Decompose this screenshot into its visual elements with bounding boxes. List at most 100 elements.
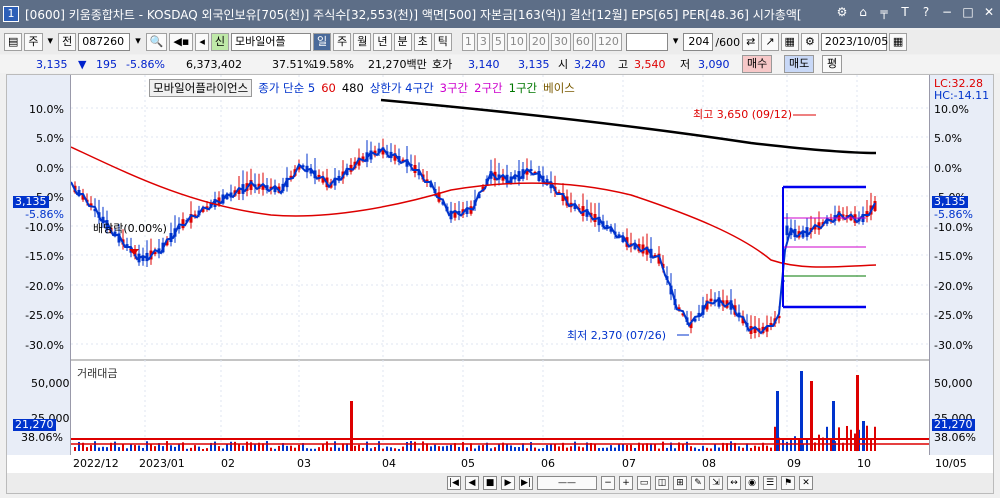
volume-bar <box>86 447 88 451</box>
tool-icon-4[interactable]: ✎ <box>691 476 705 490</box>
settings-icon[interactable]: ⚙ <box>835 5 849 19</box>
buy-button[interactable]: 매수 <box>742 55 773 73</box>
bar-count-input[interactable]: 204 <box>683 33 714 51</box>
tool-icon-6[interactable]: ↔ <box>727 476 741 490</box>
low-annotation: 최저 2,370 (07/26) <box>567 329 667 342</box>
period-select[interactable]: 전 <box>58 33 77 51</box>
tool-icon-9[interactable]: ⚑ <box>781 476 795 490</box>
volume-bar <box>270 447 272 451</box>
tool-icon-7[interactable]: ◉ <box>745 476 759 490</box>
chart-scrollbar[interactable]: |◀ ◀ ■ ▶ ▶| —— − + ▭ ◫ ⊞ ✎ ⇲ ↔ ◉ ☰ ⚑ ✕ <box>7 473 993 493</box>
interval-5[interactable]: 5 <box>491 33 505 51</box>
help-icon[interactable]: ? <box>919 5 933 19</box>
tool-icon-3[interactable]: ⊞ <box>673 476 687 490</box>
scroll-last-icon[interactable]: ▶| <box>519 476 533 490</box>
volume-bar <box>666 447 668 451</box>
type-select[interactable]: 주 <box>24 33 43 51</box>
interval-120[interactable]: 120 <box>594 33 622 51</box>
stock-code-input[interactable]: 087260 <box>78 33 131 51</box>
text-icon[interactable]: T <box>898 5 912 19</box>
pin-icon[interactable]: ╤ <box>877 5 891 19</box>
volume-bar <box>482 445 484 451</box>
y-tick-right: 5.0% <box>934 132 962 145</box>
interval-10[interactable]: 10 <box>506 33 527 51</box>
scroll-next-icon[interactable]: ▶ <box>501 476 515 490</box>
tab-second[interactable]: 초 <box>413 33 432 51</box>
tab-weekly[interactable]: 주 <box>333 33 352 51</box>
x-label: 10/05 <box>935 457 967 470</box>
volume-bar <box>582 447 584 451</box>
chart-toolbar: ▤ 주 ▾ 전 087260 ▾ 🔍 ◀▪ ◂ 신 모바일어플 일 주 월 년 … <box>0 30 1000 54</box>
tool-icon-10[interactable]: ✕ <box>799 476 813 490</box>
volume-bar <box>798 439 800 451</box>
volume-bar <box>686 441 688 451</box>
grid-icon[interactable]: ▦ <box>780 33 799 51</box>
panel-toggle-icon[interactable]: ▤ <box>4 33 23 51</box>
volume-bar <box>602 447 604 451</box>
tool-icon-1[interactable]: ▭ <box>637 476 651 490</box>
prev-stock-button[interactable]: ◂ <box>195 33 209 51</box>
interval-3[interactable]: 3 <box>476 33 490 51</box>
interval-1[interactable]: 1 <box>461 33 475 51</box>
zoom-slider[interactable]: —— <box>537 476 597 490</box>
title-bar: 1 [0600] 키움종합차트 - KOSDAQ 외국인보유[705(천)] 주… <box>0 0 1000 28</box>
volume-bar <box>186 448 188 451</box>
interval-dropdown-icon[interactable]: ▾ <box>670 33 682 51</box>
hoga-label: 호가 <box>432 58 453 71</box>
volume-bar <box>230 441 232 451</box>
ratio-percent: 19.58% <box>312 57 354 71</box>
volume-bar <box>306 448 308 451</box>
volume-title: 거래대금 <box>77 367 118 380</box>
tab-monthly[interactable]: 월 <box>353 33 372 51</box>
interval-20[interactable]: 20 <box>528 33 549 51</box>
hoga-price: 3,140 <box>468 57 500 71</box>
volume-bar <box>398 448 400 451</box>
chart-area[interactable]: 10.0% 5.0% 0.0% -5.0% -10.0% -15.0% -20.… <box>6 74 994 494</box>
tab-yearly[interactable]: 년 <box>373 33 392 51</box>
tool-icon-5[interactable]: ⇲ <box>709 476 723 490</box>
chart-plot[interactable]: 모바일어플라이언스 종가 단순 5 60 480 상한가 4구간 3구간 2구간… <box>70 75 929 455</box>
volume-bar <box>474 448 476 451</box>
change-amount: 195 <box>96 57 117 71</box>
close-icon[interactable]: ✕ <box>982 5 996 19</box>
interval-60[interactable]: 60 <box>572 33 593 51</box>
zoom-in-icon[interactable]: + <box>619 476 633 490</box>
volume-bar <box>98 447 100 451</box>
minimize-icon[interactable]: − <box>940 5 954 19</box>
candle-body <box>709 298 713 302</box>
volume-bar <box>534 447 536 451</box>
chart-compare-icon[interactable]: ↗ <box>761 33 779 51</box>
link-icon[interactable]: ⌂ <box>856 5 870 19</box>
scroll-first-icon[interactable]: |◀ <box>447 476 461 490</box>
volume-bar <box>154 446 156 451</box>
volume-bar <box>122 443 124 451</box>
volume-bar <box>322 443 324 451</box>
volume-bar <box>338 447 340 451</box>
gear-icon[interactable]: ⚙ <box>800 33 819 51</box>
tool-icon-2[interactable]: ◫ <box>655 476 669 490</box>
speaker-icon[interactable]: ◀▪ <box>169 33 194 51</box>
tool-icon-8[interactable]: ☰ <box>763 476 777 490</box>
chart-tool-icon[interactable]: ⇄ <box>742 33 760 51</box>
volume-bar <box>510 445 512 451</box>
calendar-icon[interactable]: ▦ <box>888 33 908 51</box>
date-input[interactable]: 2023/10/05 <box>820 33 888 51</box>
tab-tick[interactable]: 틱 <box>433 33 452 51</box>
interval-custom-input[interactable] <box>625 33 668 51</box>
maximize-icon[interactable]: □ <box>961 5 975 19</box>
search-icon[interactable]: 🔍 <box>145 33 168 51</box>
volume-bar <box>218 446 220 451</box>
eval-button[interactable]: 평 <box>822 55 843 73</box>
tab-minute[interactable]: 분 <box>393 33 412 51</box>
scroll-prev-icon[interactable]: ◀ <box>465 476 479 490</box>
interval-30[interactable]: 30 <box>550 33 571 51</box>
stop-icon[interactable]: ■ <box>483 476 497 490</box>
volume-bar <box>782 439 784 451</box>
x-label: 10 <box>857 457 871 470</box>
code-dropdown-icon[interactable]: ▾ <box>132 33 144 51</box>
trade-amount: 21,270백만 <box>368 58 427 71</box>
type-dropdown-icon[interactable]: ▾ <box>45 33 57 51</box>
zoom-out-icon[interactable]: − <box>601 476 615 490</box>
tab-daily[interactable]: 일 <box>313 33 332 51</box>
sell-button[interactable]: 매도 <box>784 55 815 73</box>
